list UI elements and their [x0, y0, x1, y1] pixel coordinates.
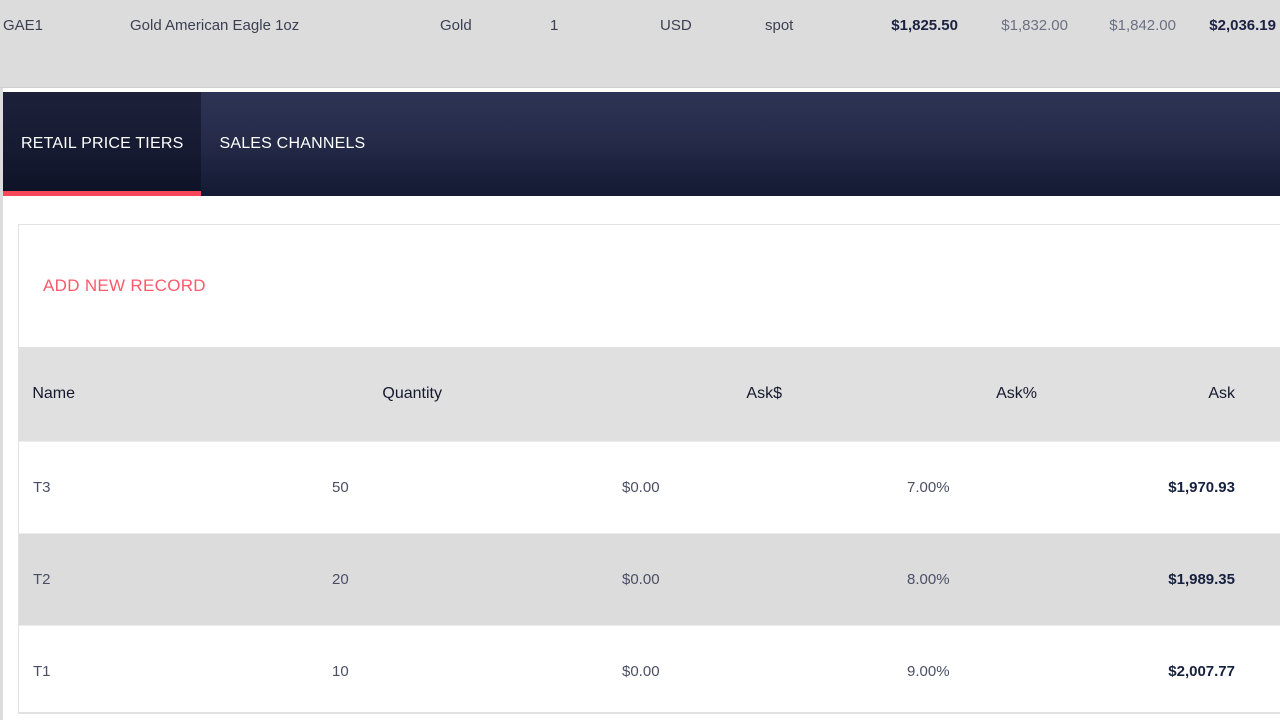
product-currency: USD — [660, 16, 692, 34]
product-quantity: 1 — [550, 16, 559, 34]
product-metal: Gold — [440, 16, 472, 34]
cell-quantity: 50 — [332, 479, 349, 496]
product-sku: GAE1 — [3, 16, 44, 34]
tab-bar: RETAIL PRICE TIERS SALES CHANNELS — [3, 92, 1280, 196]
product-price-type: spot — [765, 16, 794, 34]
cell-ask-percent: 9.00% — [907, 663, 950, 680]
column-header-ask-percent[interactable]: Ask% — [782, 385, 1037, 403]
product-ask-price: $2,036.19 — [1209, 16, 1276, 34]
cell-ask-percent: 7.00% — [907, 479, 950, 496]
cell-ask-percent: 8.00% — [907, 571, 950, 588]
product-description: Gold American Eagle 1oz — [130, 16, 300, 34]
card-bottom-divider — [18, 712, 1280, 713]
tab-sales-channels-label: SALES CHANNELS — [219, 135, 366, 152]
cell-ask: $1,989.35 — [1168, 571, 1235, 588]
cell-quantity: 10 — [332, 663, 349, 680]
tab-retail-price-tiers[interactable]: RETAIL PRICE TIERS — [3, 92, 202, 196]
product-mid-price: $1,842.00 — [1109, 16, 1176, 34]
cell-ask: $1,970.93 — [1168, 479, 1235, 496]
product-summary-band: GAE1 Gold American Eagle 1oz Gold 1 USD … — [0, 0, 1280, 88]
table-row[interactable]: T3 50 $0.00 7.00% $1,970.93 — [19, 441, 1280, 533]
cell-ask-dollar: $0.00 — [622, 571, 660, 588]
price-tiers-card: ADD NEW RECORD Name Quantity Ask$ Ask% A… — [18, 224, 1280, 714]
cell-name: T1 — [33, 663, 51, 680]
column-header-ask[interactable]: Ask — [1037, 385, 1280, 403]
table-header-row: Name Quantity Ask$ Ask% Ask — [19, 347, 1280, 441]
product-bid-price: $1,832.00 — [1001, 16, 1068, 34]
card-toolbar: ADD NEW RECORD — [19, 225, 1280, 347]
cell-name: T3 — [33, 479, 51, 496]
cell-ask: $2,007.77 — [1168, 663, 1235, 680]
cell-ask-dollar: $0.00 — [622, 663, 660, 680]
tab-retail-price-tiers-label: RETAIL PRICE TIERS — [21, 135, 184, 152]
column-header-quantity[interactable]: Quantity — [97, 385, 442, 403]
table-row[interactable]: T2 20 $0.00 8.00% $1,989.35 — [19, 533, 1280, 625]
add-new-record-button[interactable]: ADD NEW RECORD — [39, 270, 210, 302]
app-screen: GAE1 Gold American Eagle 1oz Gold 1 USD … — [0, 0, 1280, 720]
table-row[interactable]: T1 10 $0.00 9.00% $2,007.77 — [19, 625, 1280, 713]
cell-ask-dollar: $0.00 — [622, 479, 660, 496]
price-tiers-table: Name Quantity Ask$ Ask% Ask T3 50 $0.00 … — [19, 347, 1280, 713]
product-spot-price: $1,825.50 — [891, 16, 958, 34]
cell-quantity: 20 — [332, 571, 349, 588]
tab-sales-channels[interactable]: SALES CHANNELS — [201, 92, 383, 196]
column-header-ask-dollar[interactable]: Ask$ — [442, 385, 782, 403]
column-header-name[interactable]: Name — [19, 385, 97, 403]
product-summary-row[interactable]: GAE1 Gold American Eagle 1oz Gold 1 USD … — [0, 0, 1280, 50]
cell-name: T2 — [33, 571, 51, 588]
